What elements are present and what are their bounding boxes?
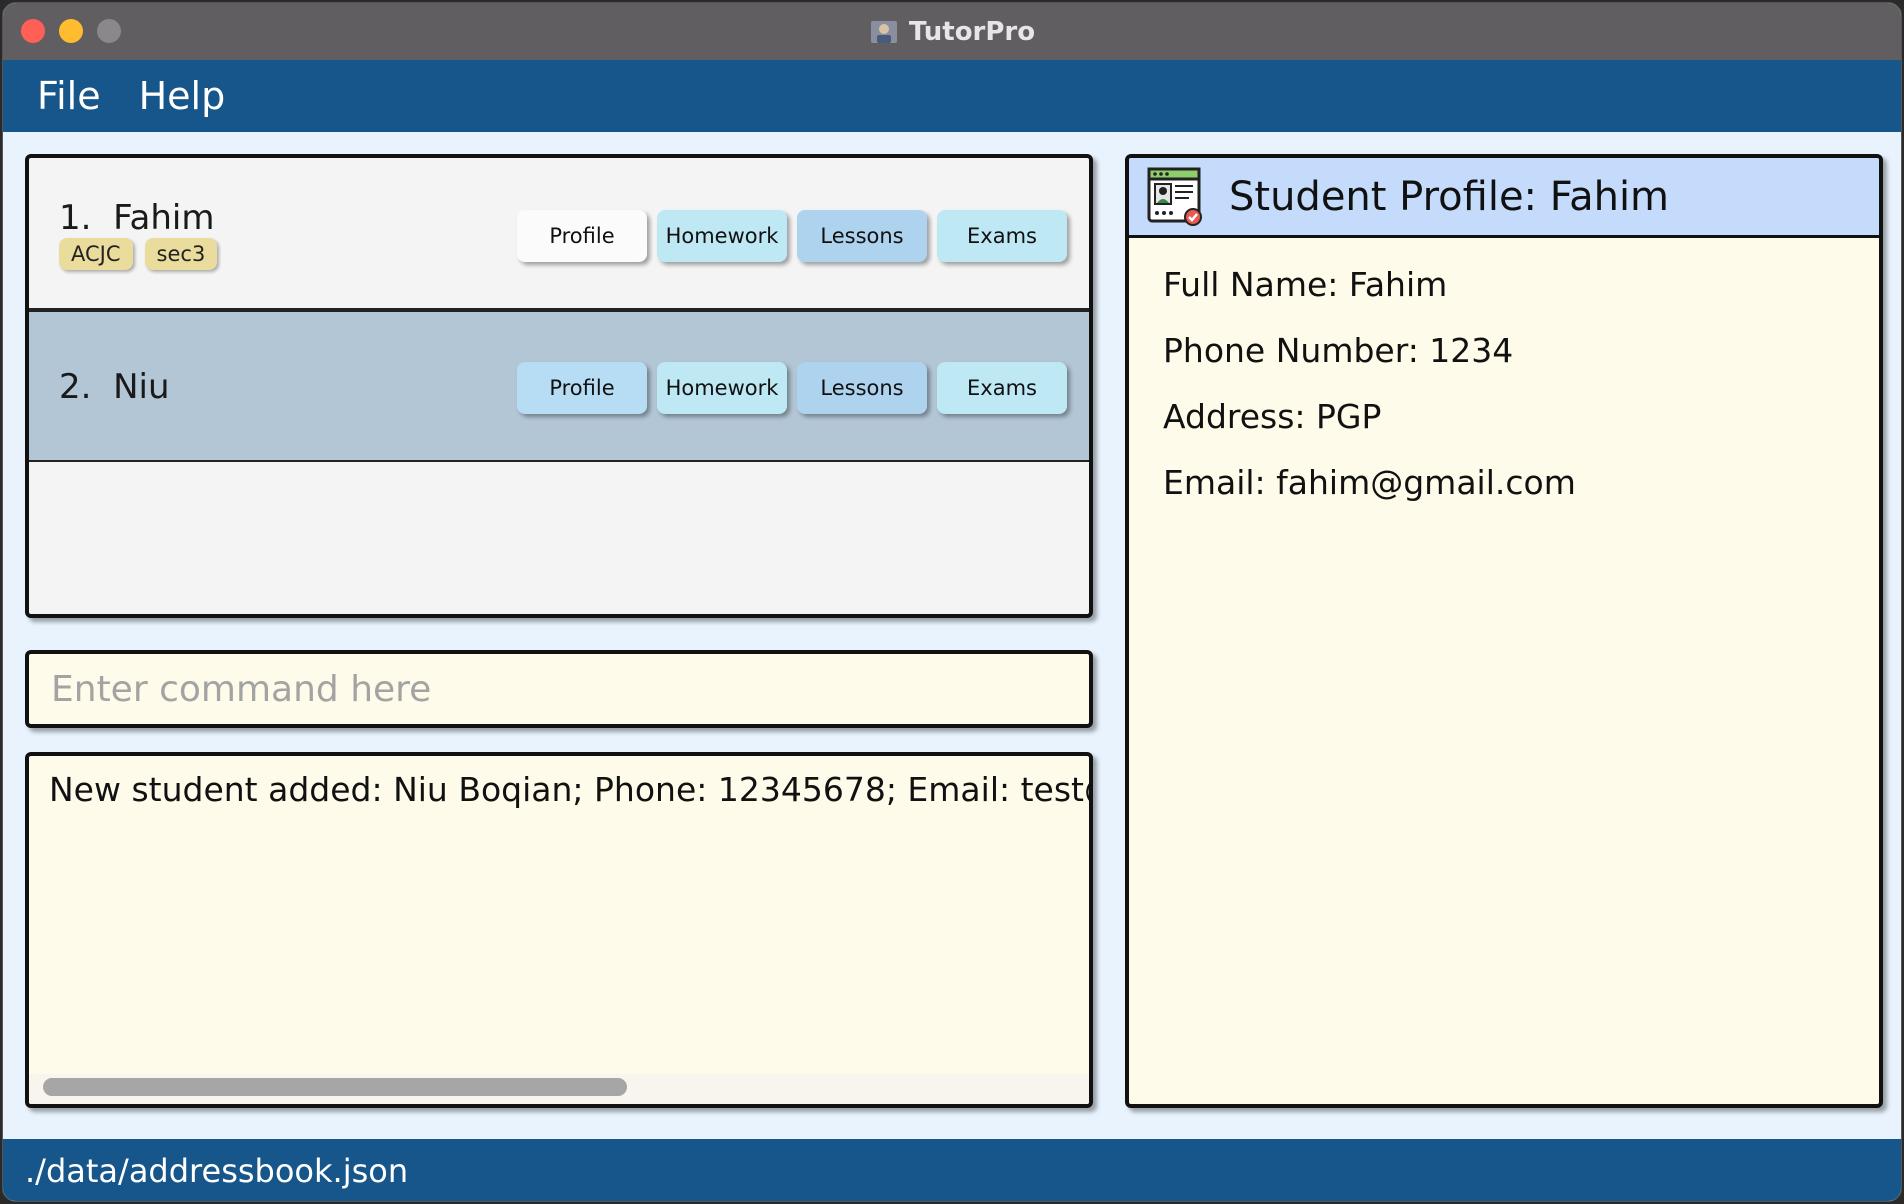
command-input[interactable] xyxy=(29,654,1089,724)
profile-full-name: Full Name: Fahim xyxy=(1163,265,1448,304)
student-name: 2. Niu xyxy=(59,367,170,407)
title-bar[interactable]: TutorPro xyxy=(3,3,1901,60)
tutor-icon xyxy=(870,20,897,43)
student-actions: Profile Homework Lessons Exams xyxy=(517,362,1067,414)
student-index: 2. xyxy=(59,367,92,407)
result-display[interactable]: New student added: Niu Boqian; Phone: 12… xyxy=(25,752,1093,1108)
minimize-window-button[interactable] xyxy=(59,19,83,43)
student-name-text: Fahim xyxy=(113,198,215,238)
app-window: TutorPro File Help 1. Fahim ACJC sec3 Pr… xyxy=(2,2,1902,1202)
student-card[interactable]: 1. Fahim ACJC sec3 Profile Homework Less… xyxy=(29,158,1089,310)
window-controls xyxy=(21,19,121,43)
menu-file[interactable]: File xyxy=(37,74,101,118)
student-list[interactable]: 1. Fahim ACJC sec3 Profile Homework Less… xyxy=(25,154,1093,618)
menu-bar: File Help xyxy=(3,60,1901,132)
tag-list: ACJC sec3 xyxy=(59,238,218,270)
scrollbar-thumb[interactable] xyxy=(43,1078,627,1096)
zoom-window-button[interactable] xyxy=(97,19,121,43)
close-window-button[interactable] xyxy=(21,19,45,43)
tag: sec3 xyxy=(144,238,218,270)
student-profile-panel: Student Profile: Fahim Full Name: Fahim … xyxy=(1125,154,1883,1108)
profile-title: Student Profile: Fahim xyxy=(1229,173,1670,220)
command-box xyxy=(25,650,1093,728)
profile-fields: Full Name: Fahim Phone Number: 1234 Addr… xyxy=(1129,238,1879,516)
menu-help[interactable]: Help xyxy=(139,74,226,118)
profile-card-icon xyxy=(1147,167,1202,226)
exams-button[interactable]: Exams xyxy=(937,362,1067,414)
window-title-group: TutorPro xyxy=(869,17,1035,47)
window-title: TutorPro xyxy=(908,16,1036,47)
tag: ACJC xyxy=(59,238,133,270)
student-index: 1. xyxy=(59,198,92,238)
homework-button[interactable]: Homework xyxy=(657,362,787,414)
student-name-text: Niu xyxy=(113,367,170,407)
profile-address: Address: PGP xyxy=(1163,397,1382,436)
profile-phone: Phone Number: 1234 xyxy=(1163,331,1514,370)
horizontal-scrollbar[interactable] xyxy=(29,1074,1089,1104)
student-actions: Profile Homework Lessons Exams xyxy=(517,210,1067,262)
lessons-button[interactable]: Lessons xyxy=(797,362,927,414)
student-name: 1. Fahim xyxy=(59,198,214,238)
profile-button[interactable]: Profile xyxy=(517,210,647,262)
profile-header: Student Profile: Fahim xyxy=(1129,158,1879,238)
lessons-button[interactable]: Lessons xyxy=(797,210,927,262)
status-bar: ./data/addressbook.json xyxy=(3,1139,1901,1201)
student-card-selected[interactable]: 2. Niu Profile Homework Lessons Exams xyxy=(29,310,1089,462)
profile-email: Email: fahim@gmail.com xyxy=(1163,463,1576,502)
data-file-path: ./data/addressbook.json xyxy=(25,1152,409,1190)
homework-button[interactable]: Homework xyxy=(657,210,787,262)
exams-button[interactable]: Exams xyxy=(937,210,1067,262)
profile-button[interactable]: Profile xyxy=(517,362,647,414)
result-text: New student added: Niu Boqian; Phone: 12… xyxy=(49,770,1089,809)
